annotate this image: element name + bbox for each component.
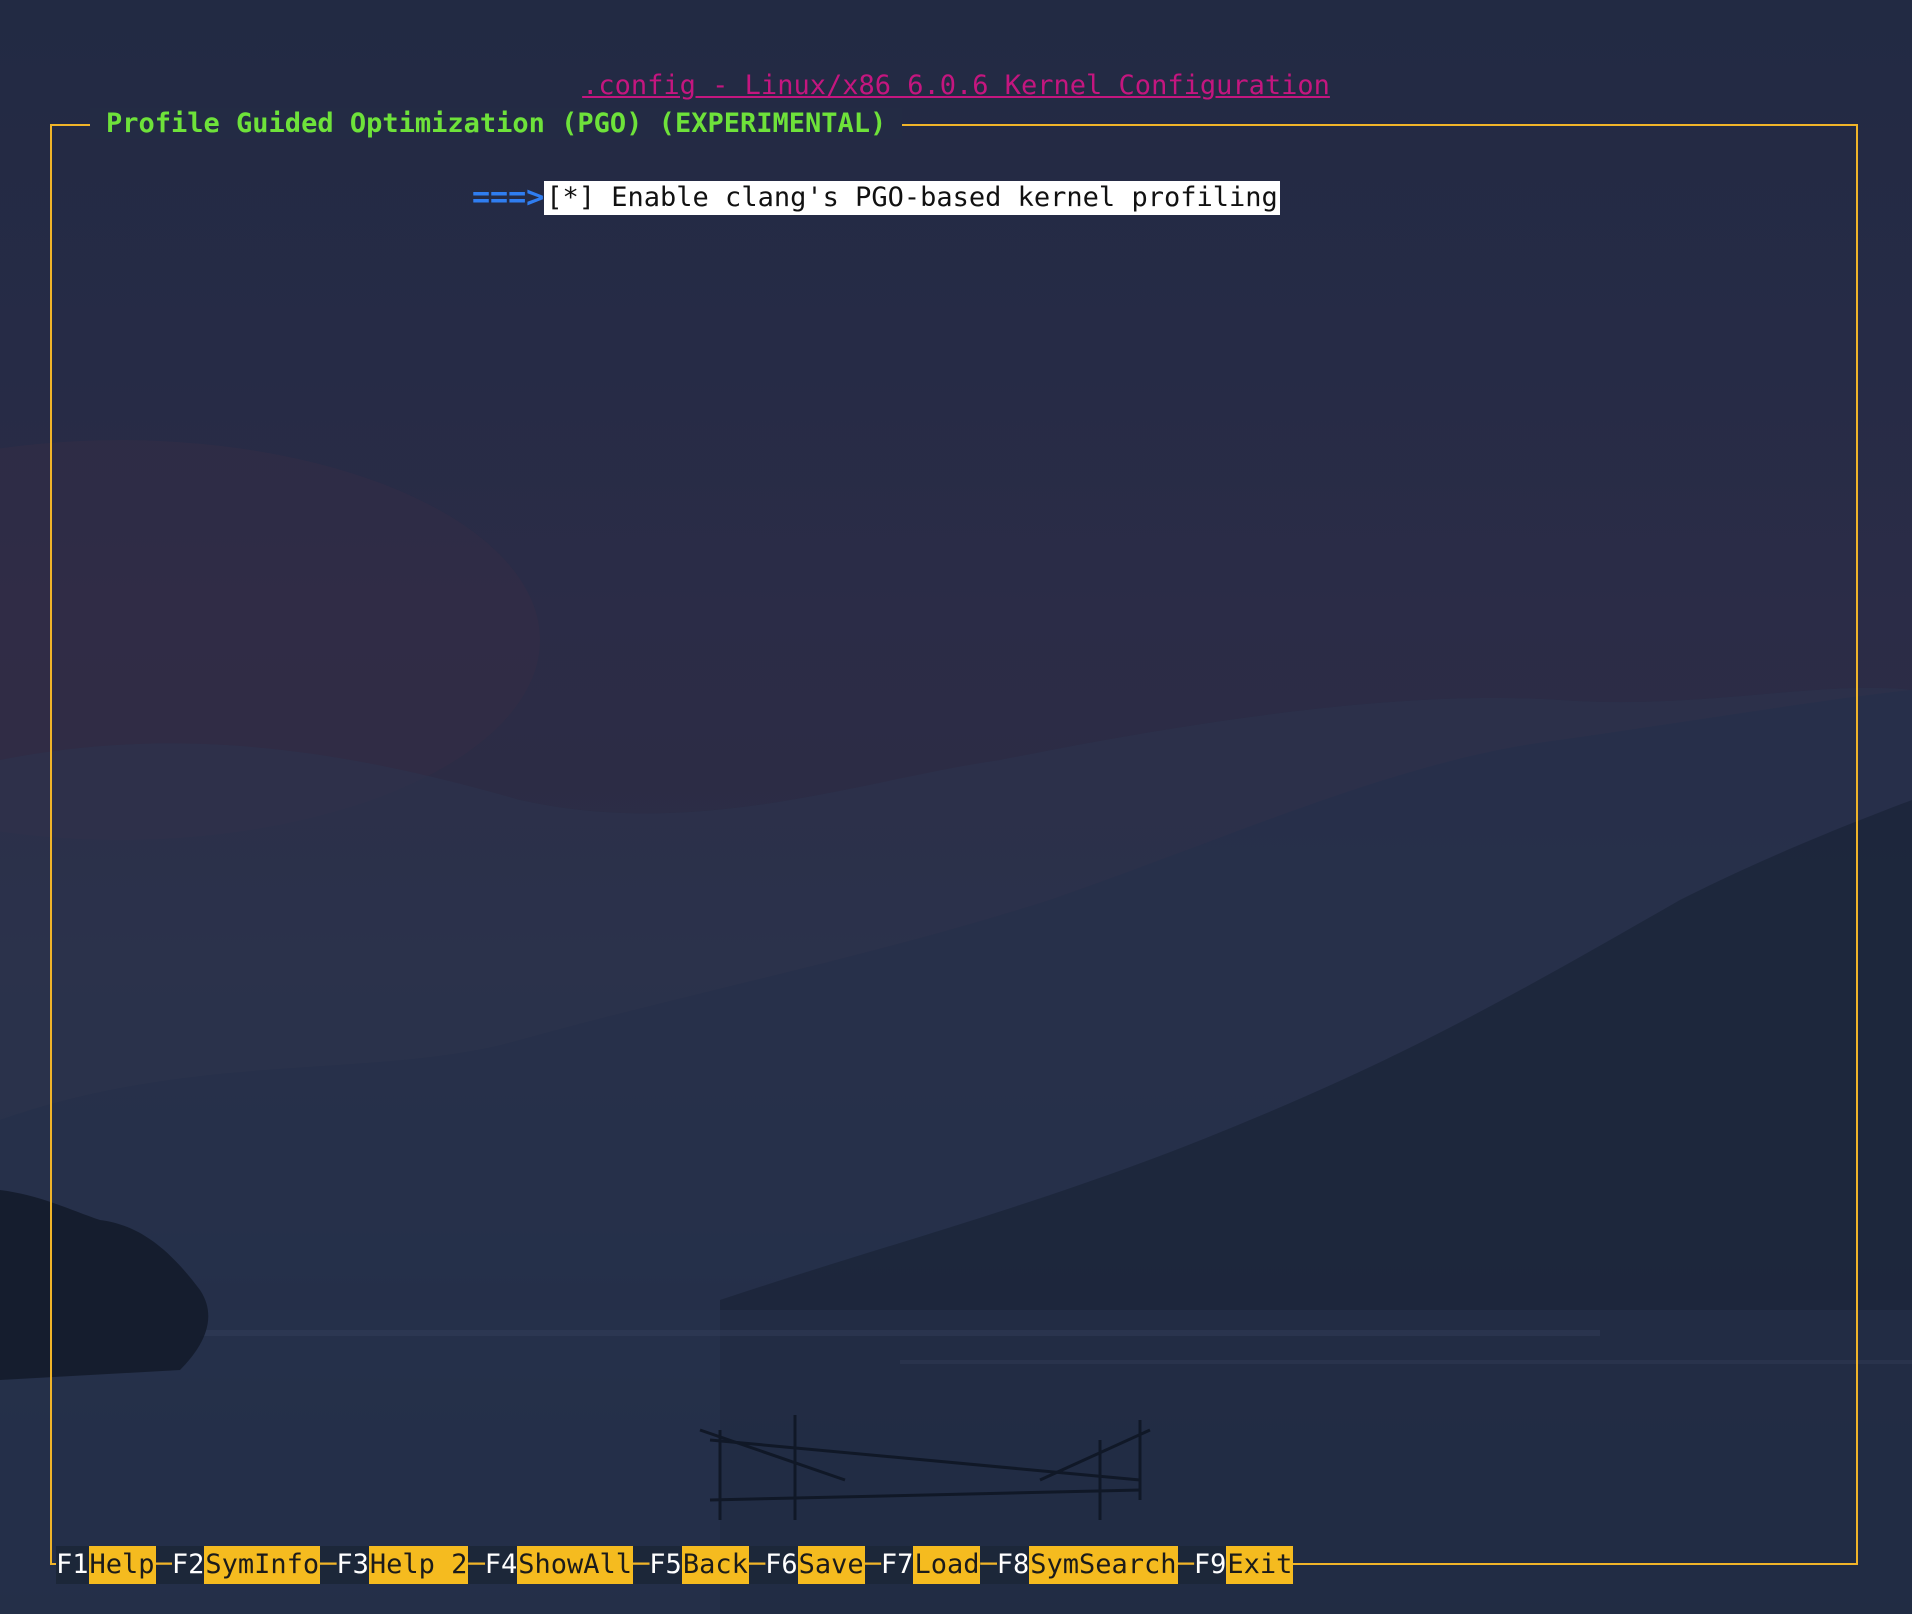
fkey-separator: ─: [1177, 1549, 1194, 1580]
fkey-f8-key: F8: [996, 1549, 1030, 1580]
fkey-f7-key: F7: [880, 1549, 914, 1580]
fkey-help2-button[interactable]: Help 2: [368, 1546, 469, 1584]
fkey-f4-key: F4: [484, 1549, 518, 1580]
fkey-symsearch-button[interactable]: SymSearch: [1029, 1546, 1178, 1584]
menu-item-pgo-profiling[interactable]: ===> [*] Enable clang's PGO-based kernel…: [472, 180, 1280, 215]
fkey-separator: ─: [748, 1549, 766, 1580]
fkey-f2-key: F2: [171, 1549, 205, 1580]
fkey-separator: ─: [633, 1549, 650, 1580]
fkey-save-button[interactable]: Save: [797, 1546, 865, 1584]
fkey-f3-key: F3: [336, 1549, 369, 1580]
selection-arrow-icon: ===>: [472, 180, 545, 215]
fkey-separator: ─: [155, 1549, 172, 1580]
fkey-f6-key: F6: [765, 1549, 798, 1580]
fkey-help-button[interactable]: Help: [88, 1546, 156, 1584]
menu-frame: [50, 124, 1858, 1565]
fkey-separator: ─: [864, 1549, 881, 1580]
fkey-separator: ─: [468, 1549, 485, 1580]
fkey-showall-button[interactable]: ShowAll: [517, 1546, 634, 1584]
fkey-f9-key: F9: [1193, 1549, 1227, 1580]
fkey-load-button[interactable]: Load: [913, 1546, 981, 1584]
fkey-separator: ─: [320, 1549, 337, 1580]
fkey-exit-button[interactable]: Exit: [1226, 1546, 1294, 1584]
function-key-bar: F1 Help ─ F2 SymInfo ─ F3 Help 2 ─ F4 ShowAll ─ F5 Ba…: [56, 1546, 1294, 1584]
menu-item-label[interactable]: [*] Enable clang's PGO-based kernel prof…: [544, 180, 1280, 215]
fkey-f5-key: F5: [649, 1549, 682, 1580]
fkey-separator: ─: [980, 1549, 997, 1580]
fkey-back-button[interactable]: Back: [681, 1546, 749, 1584]
fkey-f1-key: F1: [56, 1549, 89, 1580]
menu-title: Profile Guided Optimization (PGO) (EXPER…: [90, 108, 903, 139]
window-title: .config - Linux/x86 6.0.6 Kernel Configu…: [582, 70, 1330, 101]
fkey-syminfo-button[interactable]: SymInfo: [204, 1546, 321, 1584]
